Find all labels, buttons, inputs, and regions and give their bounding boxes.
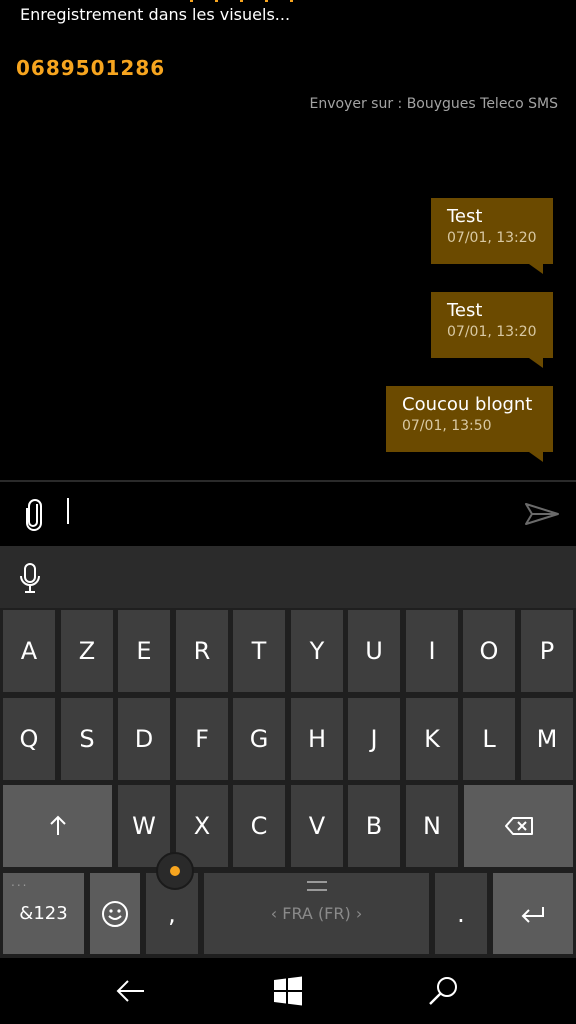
back-icon[interactable] [114,974,148,1008]
keyboard: A Z E R T Y U I O P Q S D F G H J K L M … [0,546,576,958]
key-h[interactable]: H [291,698,343,780]
key-p[interactable]: P [521,610,573,692]
compose-bar [0,482,576,546]
key-a[interactable]: A [3,610,55,692]
shift-key[interactable] [3,785,112,867]
more-indicator: ... [11,875,29,889]
key-z[interactable]: Z [61,610,113,692]
backspace-key[interactable] [464,785,573,867]
message-bubble[interactable]: Coucou blognt 07/01, 13:50 [386,386,553,462]
grip-icon [306,881,327,891]
search-icon[interactable] [427,974,461,1008]
shift-icon [49,815,66,835]
key-i[interactable]: I [406,610,458,692]
key-b[interactable]: B [348,785,400,867]
message-text: Coucou blognt [402,394,533,415]
key-w[interactable]: W [118,785,170,867]
backspace-icon [504,817,533,835]
message-time: 07/01, 13:20 [447,324,537,340]
key-v[interactable]: V [291,785,343,867]
key-s[interactable]: S [61,698,113,780]
emoji-key[interactable] [90,873,140,954]
microphone-icon[interactable] [18,562,42,594]
windows-icon[interactable] [271,974,305,1008]
key-d[interactable]: D [118,698,170,780]
key-q[interactable]: Q [3,698,55,780]
enter-key[interactable] [493,873,573,954]
message-bubble[interactable]: Test 07/01, 13:20 [431,292,553,368]
symbols-key[interactable]: ... &123 [3,873,84,954]
key-e[interactable]: E [118,610,170,692]
navigation-bar [0,958,576,1024]
message-bubble[interactable]: Test 07/01, 13:20 [431,198,553,274]
send-icon[interactable] [524,502,560,526]
key-y[interactable]: Y [291,610,343,692]
key-k[interactable]: K [406,698,458,780]
key-r[interactable]: R [176,610,228,692]
cursor-control[interactable] [156,852,194,890]
emoji-icon [102,900,128,927]
key-j[interactable]: J [348,698,400,780]
send-via-label[interactable]: Envoyer sur : Bouygues Teleco SMS [309,96,558,112]
key-c[interactable]: C [233,785,285,867]
key-g[interactable]: G [233,698,285,780]
status-text: Enregistrement dans les visuels... [20,5,291,24]
attach-icon[interactable] [22,498,46,532]
symbols-label: &123 [19,903,68,924]
key-t[interactable]: T [233,610,285,692]
key-u[interactable]: U [348,610,400,692]
key-m[interactable]: M [521,698,573,780]
key-n[interactable]: N [406,785,458,867]
message-time: 07/01, 13:20 [447,230,537,246]
key-o[interactable]: O [463,610,515,692]
message-time: 07/01, 13:50 [402,418,492,434]
key-l[interactable]: L [463,698,515,780]
contact-phone[interactable]: 0689501286 [16,56,165,80]
key-f[interactable]: F [176,698,228,780]
period-key[interactable]: . [435,873,487,954]
enter-icon [521,906,544,923]
space-key[interactable]: ‹ FRA (FR) › [204,873,429,954]
message-text: Test [447,206,483,227]
language-label: ‹ FRA (FR) › [270,904,363,923]
message-text: Test [447,300,483,321]
message-input[interactable] [67,498,69,524]
keyboard-toolbar [0,546,576,608]
